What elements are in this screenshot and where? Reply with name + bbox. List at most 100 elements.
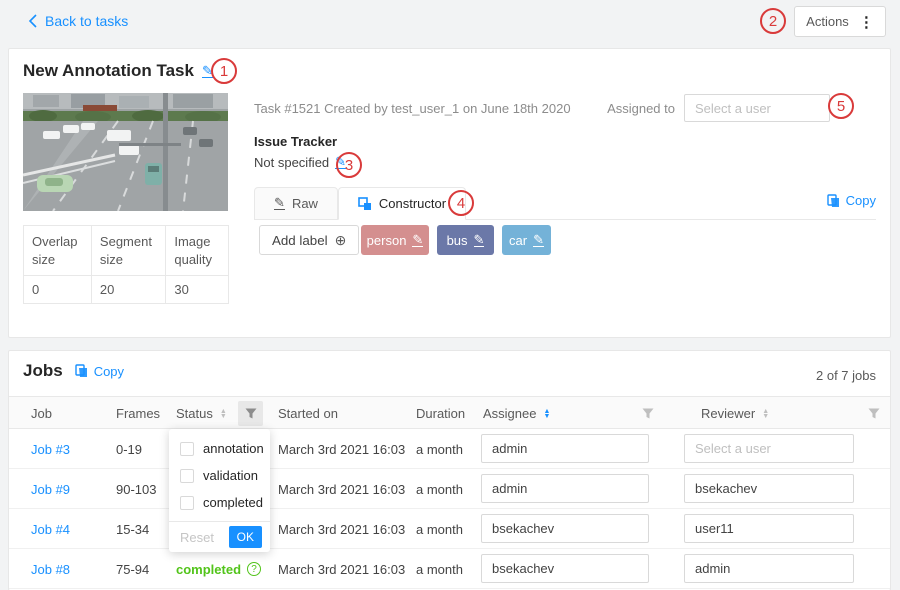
label-chip-car-name: car (509, 233, 527, 248)
issue-tracker-value: Not specified (254, 155, 329, 170)
label-chip-bus-name: bus (447, 233, 468, 248)
edit-label-person-icon[interactable]: ✎ (412, 234, 423, 247)
plus-circle-icon: ⊕ (335, 232, 347, 249)
add-label-button[interactable]: Add label ⊕ (259, 225, 359, 255)
task-assignee-input[interactable] (684, 94, 830, 122)
job-assignee-input[interactable] (481, 514, 649, 543)
job-started: March 3rd 2021 16:03 (278, 429, 405, 469)
annotation-marker-2: 2 (760, 8, 786, 34)
job-reviewer-input[interactable] (684, 434, 854, 463)
job-status-text: completed (176, 562, 241, 577)
funnel-icon (868, 408, 880, 419)
param-value-segment: 20 (91, 276, 165, 304)
issue-tracker-label: Issue Tracker (254, 134, 337, 149)
filter-option-validation-label: validation (203, 468, 258, 483)
actions-button[interactable]: Actions ⋮ (794, 6, 886, 37)
jobs-copy-button[interactable]: Copy (75, 364, 124, 379)
col-reviewer[interactable]: Reviewer ▲▼ (701, 397, 769, 430)
back-to-tasks-label: Back to tasks (45, 13, 128, 29)
label-chip-car[interactable]: car ✎ (502, 225, 551, 255)
funnel-icon (642, 408, 654, 419)
filter-option-completed[interactable]: completed (169, 489, 270, 516)
col-assignee[interactable]: Assignee ▲▼ (483, 397, 550, 430)
job-reviewer-input[interactable] (684, 474, 854, 503)
job-assignee-input[interactable] (481, 474, 649, 503)
annotation-marker-4: 4 (448, 190, 474, 216)
job-status: completed ? (176, 549, 261, 589)
job-row-8: Job #8 75-94 completed ? March 3rd 2021 … (9, 549, 890, 589)
col-status[interactable]: Status ▲▼ (176, 397, 227, 430)
label-chip-person[interactable]: person ✎ (361, 225, 429, 255)
label-chip-person-name: person (367, 233, 407, 248)
status-filter-dropdown: annotation validation completed Reset OK (169, 429, 270, 552)
job-row-4: Job #4 15-34 March 3rd 2021 16:03 a mont… (9, 509, 890, 549)
checkbox-annotation[interactable] (180, 442, 194, 456)
traffic-scene-illustration (23, 93, 228, 211)
filter-option-completed-label: completed (203, 495, 263, 510)
status-sorter-icon[interactable]: ▲▼ (220, 409, 227, 419)
copy-icon (75, 364, 88, 378)
funnel-icon (245, 408, 257, 419)
assignee-filter-icon[interactable] (635, 401, 660, 426)
filter-option-annotation[interactable]: annotation (169, 435, 270, 462)
actions-button-label: Actions (806, 14, 849, 29)
jobs-card: Jobs Copy 2 of 7 jobs Job Frames Status … (8, 350, 891, 590)
job-duration: a month (416, 469, 463, 509)
job-frames: 0-19 (116, 429, 142, 469)
job-started: March 3rd 2021 16:03 (278, 509, 405, 549)
assigned-to-label: Assigned to (569, 101, 675, 116)
label-chip-bus[interactable]: bus ✎ (437, 225, 494, 255)
filter-reset-button[interactable]: Reset (180, 530, 214, 545)
question-circle-icon[interactable]: ? (247, 562, 261, 576)
param-value-overlap: 0 (24, 276, 92, 304)
status-filter-icon[interactable] (238, 401, 263, 426)
task-meta-text: Task #1521 Created by test_user_1 on Jun… (254, 101, 571, 116)
job-frames: 75-94 (116, 549, 149, 589)
labels-tabs-bar: ✎ Raw Constructor (254, 187, 876, 220)
issue-tracker-value-row: Not specified ✎ (254, 155, 346, 170)
labels-copy-button[interactable]: Copy (827, 193, 876, 208)
task-title-row: New Annotation Task ✎ (23, 61, 213, 81)
job-frames: 15-34 (116, 509, 149, 549)
jobs-title-row: Jobs Copy (23, 361, 124, 381)
job-reviewer-input[interactable] (684, 554, 854, 583)
col-job: Job (31, 397, 52, 430)
kebab-menu-icon: ⋮ (859, 13, 874, 31)
reviewer-sorter-icon[interactable]: ▲▼ (762, 409, 769, 419)
task-title: New Annotation Task (23, 61, 194, 81)
raw-pencil-icon: ✎ (274, 197, 285, 210)
param-value-quality: 30 (166, 276, 229, 304)
edit-label-bus-icon[interactable]: ✎ (474, 234, 485, 247)
job-link[interactable]: Job #4 (31, 509, 70, 549)
job-assignee-input[interactable] (481, 434, 649, 463)
reviewer-filter-icon[interactable] (861, 401, 886, 426)
annotation-marker-5: 5 (828, 93, 854, 119)
task-details-card: New Annotation Task ✎ 1 (8, 48, 891, 338)
jobs-title: Jobs (23, 361, 63, 381)
chevron-left-icon (28, 14, 37, 28)
constructor-block-icon (358, 197, 372, 211)
assignee-sorter-icon[interactable]: ▲▼ (543, 409, 550, 419)
col-started-on: Started on (278, 397, 338, 430)
filter-ok-button[interactable]: OK (229, 526, 262, 548)
tab-constructor[interactable]: Constructor (338, 187, 466, 220)
checkbox-completed[interactable] (180, 496, 194, 510)
jobs-copy-label: Copy (94, 364, 124, 379)
job-link[interactable]: Job #8 (31, 549, 70, 589)
jobs-table-header: Job Frames Status ▲▼ Started on Duration (9, 396, 890, 429)
job-reviewer-input[interactable] (684, 514, 854, 543)
job-assignee-input[interactable] (481, 554, 649, 583)
job-link[interactable]: Job #3 (31, 429, 70, 469)
param-header-segment: Segment size (91, 226, 165, 276)
filter-option-annotation-label: annotation (203, 441, 264, 456)
jobs-count: 2 of 7 jobs (816, 368, 876, 383)
back-to-tasks-link[interactable]: Back to tasks (28, 13, 128, 29)
edit-label-car-icon[interactable]: ✎ (533, 234, 544, 247)
filter-option-validation[interactable]: validation (169, 462, 270, 489)
job-duration: a month (416, 549, 463, 589)
tab-raw[interactable]: ✎ Raw (254, 187, 338, 220)
job-link[interactable]: Job #9 (31, 469, 70, 509)
job-started: March 3rd 2021 16:03 (278, 469, 405, 509)
checkbox-validation[interactable] (180, 469, 194, 483)
param-header-overlap: Overlap size (24, 226, 92, 276)
